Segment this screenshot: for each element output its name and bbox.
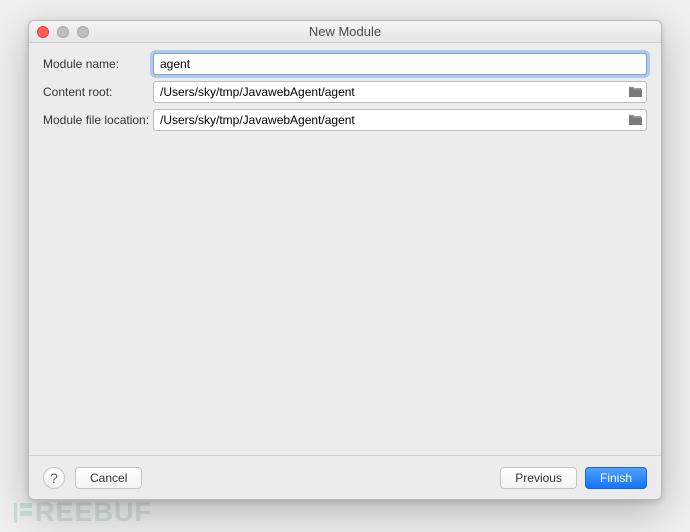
module-file-location-input[interactable] (153, 109, 647, 131)
dialog-window: New Module Module name: Content root: (28, 20, 662, 500)
module-name-label: Module name: (43, 57, 153, 71)
finish-button[interactable]: Finish (585, 467, 647, 489)
close-icon[interactable] (37, 26, 49, 38)
dialog-content: Module name: Content root: Module file l… (29, 43, 661, 455)
dialog-footer: ? Cancel Previous Finish (29, 455, 661, 499)
module-file-location-label: Module file location: (43, 113, 153, 127)
help-button[interactable]: ? (43, 467, 65, 489)
previous-button[interactable]: Previous (500, 467, 577, 489)
folder-browse-icon[interactable] (627, 113, 643, 127)
minimize-icon (57, 26, 69, 38)
folder-browse-icon[interactable] (627, 85, 643, 99)
help-icon: ? (50, 470, 58, 486)
content-root-input[interactable] (153, 81, 647, 103)
titlebar: New Module (29, 21, 661, 43)
module-name-row: Module name: (43, 53, 647, 75)
module-name-input[interactable] (153, 53, 647, 75)
cancel-button[interactable]: Cancel (75, 467, 142, 489)
content-root-row: Content root: (43, 81, 647, 103)
traffic-lights (29, 26, 89, 38)
module-file-location-row: Module file location: (43, 109, 647, 131)
maximize-icon (77, 26, 89, 38)
watermark-text: REEBUF (35, 497, 152, 528)
window-title: New Module (29, 24, 661, 39)
watermark: REEBUF (12, 497, 152, 528)
watermark-logo-icon (12, 500, 32, 526)
content-root-label: Content root: (43, 85, 153, 99)
